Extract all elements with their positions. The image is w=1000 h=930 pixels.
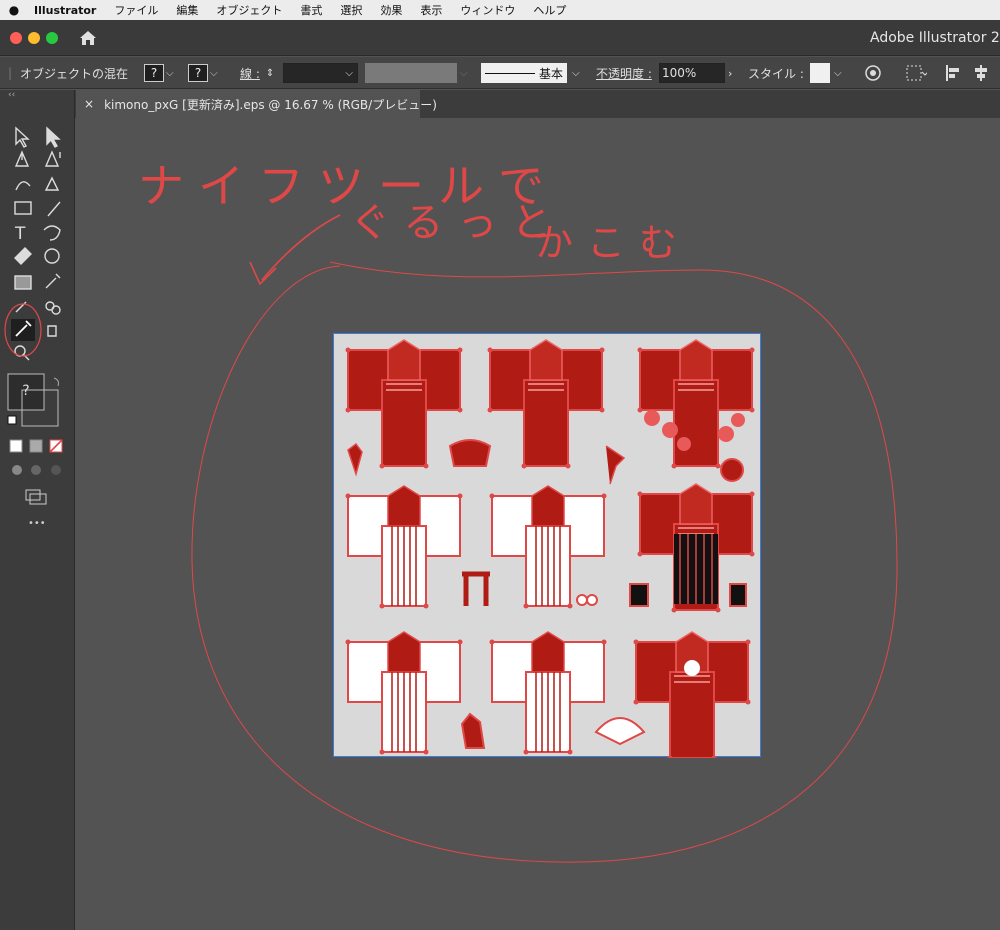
crown-ornament bbox=[460, 712, 486, 749]
small-ornament bbox=[576, 594, 588, 606]
kimono-artwork[interactable] bbox=[334, 334, 762, 762]
hairpin bbox=[347, 442, 363, 477]
kimono-white-4 bbox=[488, 631, 608, 756]
kimono-red-2 bbox=[486, 339, 606, 470]
kimono-red-1 bbox=[344, 339, 464, 470]
annotation-arrowhead bbox=[249, 261, 277, 286]
kimono-white-3 bbox=[344, 631, 464, 756]
kimono-white-1 bbox=[344, 485, 464, 610]
artboard[interactable] bbox=[333, 333, 762, 762]
fan-ornament bbox=[594, 717, 646, 746]
torii-gate bbox=[462, 571, 490, 606]
kimono-red-crest bbox=[632, 631, 752, 762]
headpiece bbox=[448, 439, 492, 467]
kimono-red-3 bbox=[636, 339, 756, 470]
crest-mark bbox=[684, 660, 700, 676]
flag-ornament bbox=[605, 445, 626, 485]
flower-ornament bbox=[720, 458, 744, 482]
kimono-white-2 bbox=[488, 485, 608, 610]
